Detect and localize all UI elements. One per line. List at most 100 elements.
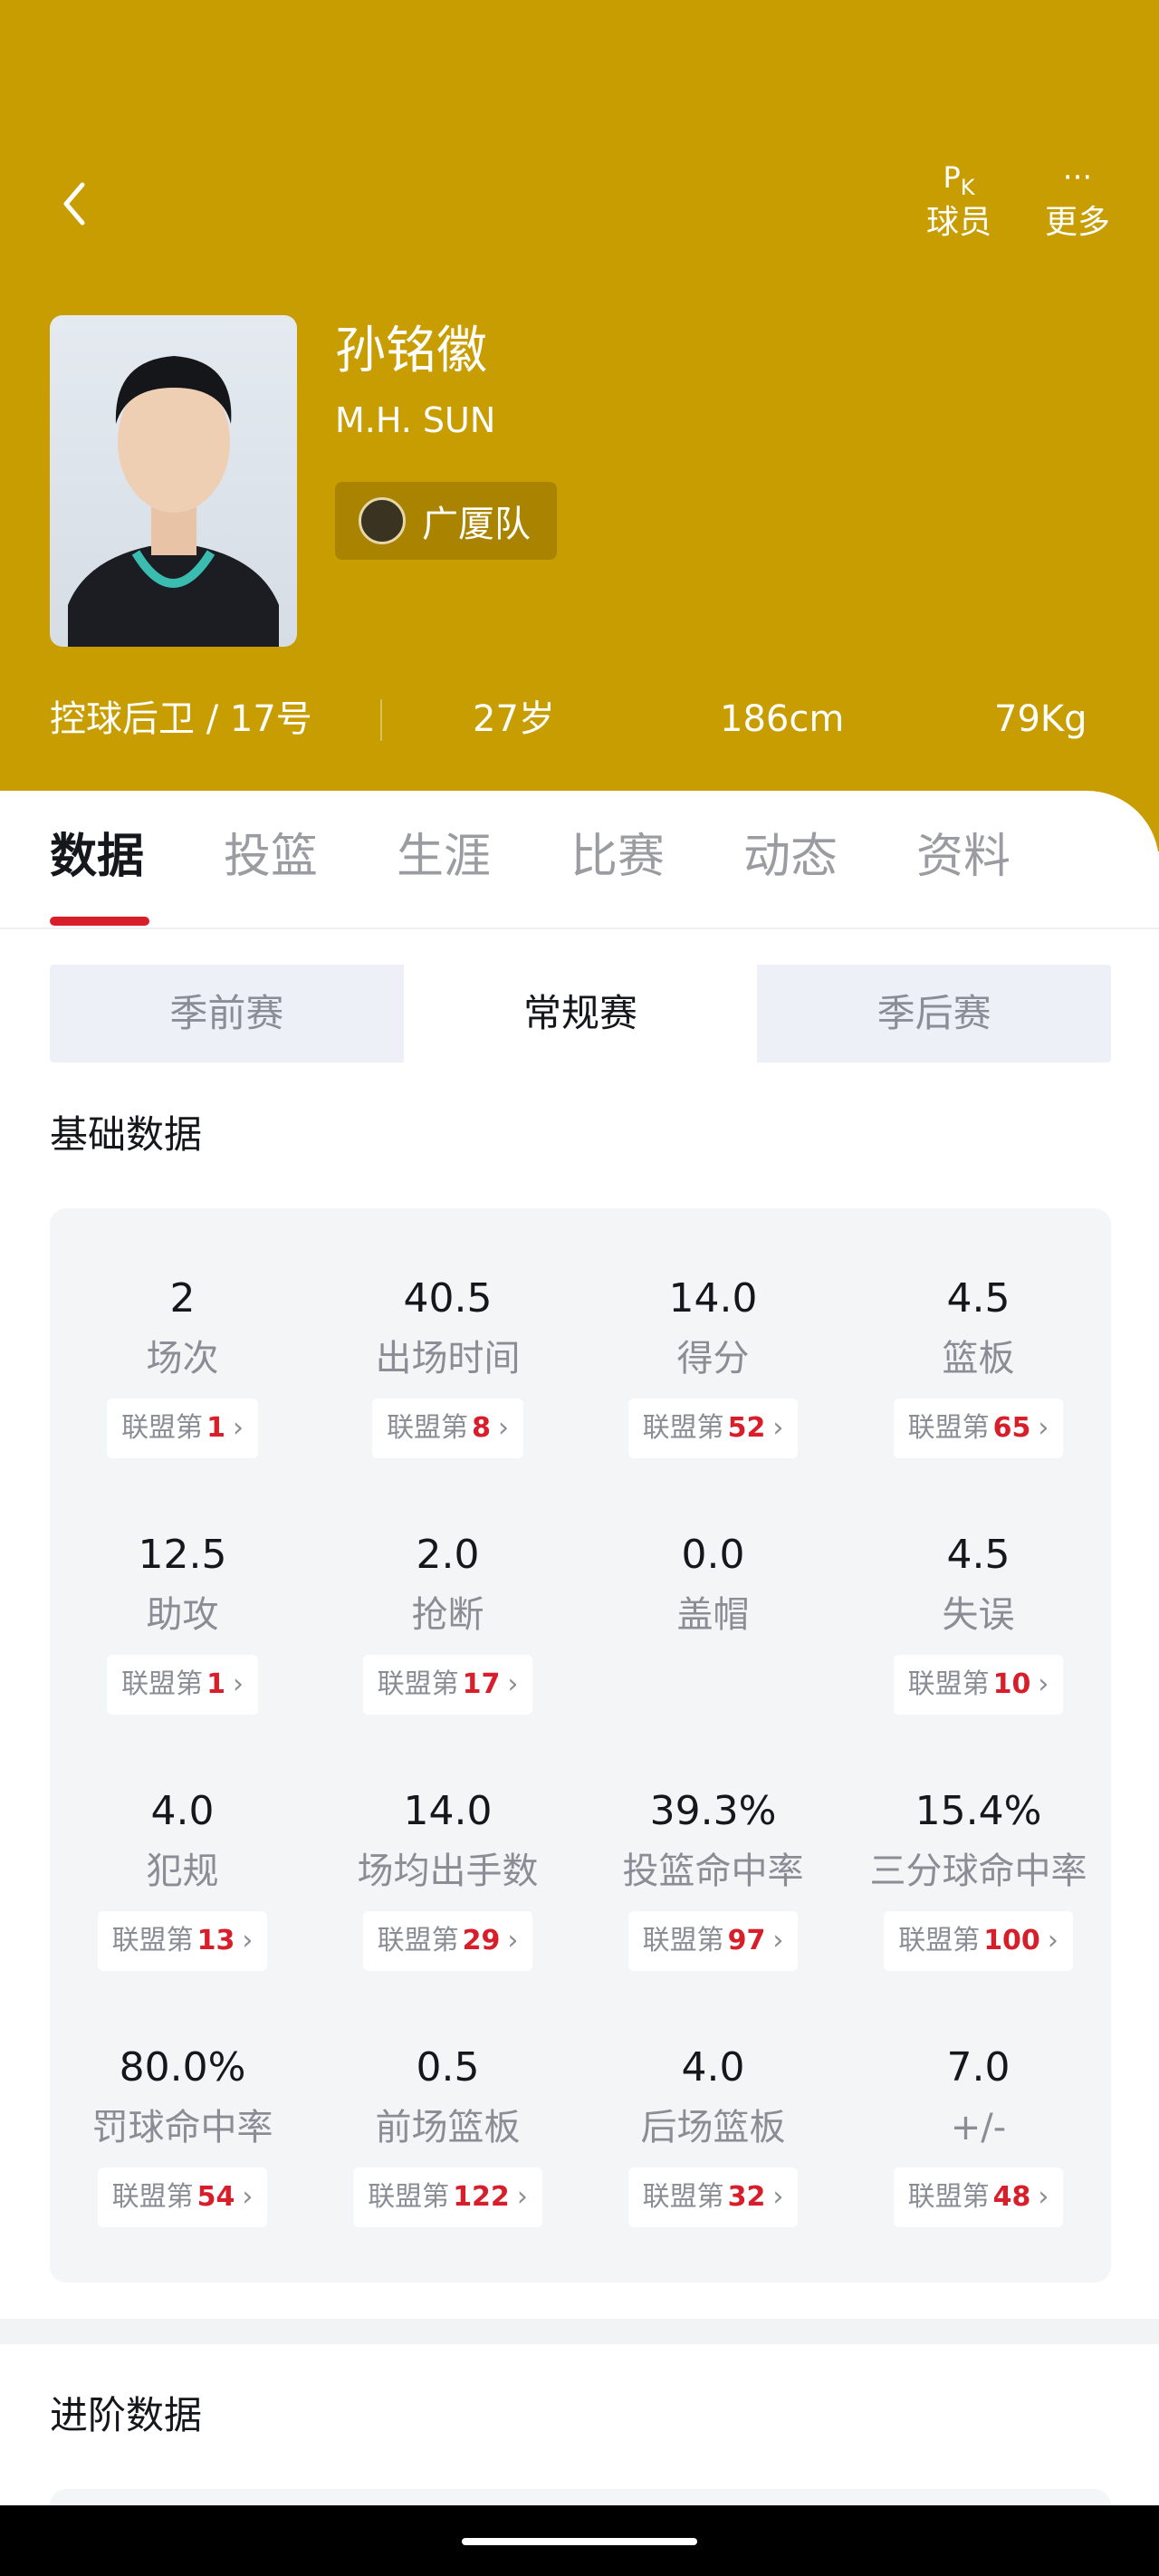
stat-label: 罚球命中率 (91, 2107, 273, 2148)
chevron-right-icon: › (232, 1668, 244, 1700)
stat-cell: 0.0 盖帽 (580, 1528, 846, 1644)
chevron-right-icon: › (507, 1668, 519, 1700)
chevron-right-icon: › (1038, 2181, 1049, 2213)
rank-number: 65 (992, 1412, 1031, 1444)
stat-value: 4.0 (681, 2044, 745, 2091)
stat-cell: 14.0 场均出手数联盟第 29 › (315, 1784, 580, 1971)
rank-number: 122 (453, 2181, 510, 2213)
stat-value: 14.0 (403, 1788, 493, 1834)
stat-label: 助攻 (146, 1594, 219, 1636)
stat-label: 抢断 (411, 1594, 484, 1636)
rank-number: 48 (992, 2181, 1031, 2213)
tab-career[interactable]: 生涯 (397, 821, 491, 893)
league-rank-button[interactable]: 联盟第 29 › (362, 1911, 533, 1971)
league-rank-button[interactable]: 联盟第 54 › (97, 2167, 268, 2227)
chevron-left-icon (63, 182, 85, 226)
stat-value: 39.3% (649, 1788, 777, 1834)
stats-divider (380, 699, 382, 741)
league-rank-button[interactable]: 联盟第 97 › (627, 1911, 799, 1971)
rank-number: 17 (462, 1668, 501, 1700)
pk-player-button[interactable]: PK 球员 (909, 154, 1009, 245)
rank-prefix: 联盟第 (642, 2181, 724, 2213)
team-badge[interactable]: 广厦队 (335, 482, 557, 560)
stat-label: 出场时间 (375, 1338, 521, 1379)
league-rank-button[interactable]: 联盟第 17 › (362, 1655, 533, 1715)
tab-news[interactable]: 动态 (743, 821, 838, 893)
stat-label: 犯规 (146, 1850, 219, 1892)
rank-number: 29 (462, 1925, 501, 1956)
league-rank-button[interactable]: 联盟第 13 › (97, 1911, 268, 1971)
chevron-right-icon: › (1047, 1925, 1058, 1956)
stat-label: 失误 (942, 1594, 1015, 1636)
rank-number: 100 (983, 1925, 1040, 1956)
active-tab-indicator (50, 917, 149, 926)
stat-cell: 14.0 得分联盟第 52 › (580, 1272, 846, 1458)
player-age: 27岁 (473, 698, 555, 740)
chevron-right-icon: › (772, 1412, 784, 1444)
season-segment: 季前赛 常规赛 季后赛 (50, 965, 1111, 1062)
rank-prefix: 联盟第 (368, 2181, 450, 2213)
league-rank-button[interactable]: 联盟第 32 › (627, 2167, 799, 2227)
chevron-right-icon: › (242, 2181, 254, 2213)
league-rank-button[interactable]: 联盟第 100 › (884, 1911, 1073, 1971)
more-label: 更多 (1044, 204, 1110, 241)
stat-cell: 4.0 犯规 联盟第 13 › (50, 1784, 315, 1971)
rank-number: 13 (196, 1925, 235, 1956)
league-rank-button[interactable]: 联盟第 122 › (353, 2167, 542, 2227)
rank-number: 8 (472, 1412, 491, 1444)
league-rank-button[interactable]: 联盟第 48 › (893, 2167, 1064, 2227)
tab-divider (0, 928, 1159, 929)
tab-profile[interactable]: 资料 (916, 821, 1011, 893)
home-indicator[interactable] (462, 2538, 697, 2545)
advanced-stats-title: 进阶数据 (50, 2393, 203, 2437)
rank-prefix: 联盟第 (387, 1412, 469, 1444)
rank-prefix: 联盟第 (898, 1925, 981, 1956)
stat-cell: 40.5 出场时间 联盟第 8 › (315, 1272, 580, 1458)
more-button[interactable]: ··· 更多 (1028, 154, 1127, 245)
rank-number: 97 (727, 1925, 766, 1956)
stat-label: 场均出手数 (357, 1850, 539, 1892)
stat-cell: 4.0 后场篮板 联盟第 32 › (580, 2041, 846, 2227)
rank-prefix: 联盟第 (642, 1412, 724, 1444)
segment-preseason[interactable]: 季前赛 (50, 965, 404, 1062)
player-height: 186cm (720, 698, 845, 740)
segment-regular[interactable]: 常规赛 (403, 965, 758, 1062)
team-logo-icon (359, 497, 406, 544)
team-name: 广厦队 (422, 504, 531, 545)
stat-value: 12.5 (138, 1532, 227, 1578)
rank-prefix: 联盟第 (642, 1925, 724, 1956)
stat-value: 0.0 (681, 1532, 745, 1578)
stat-value: 14.0 (668, 1275, 758, 1322)
league-rank-button[interactable]: 联盟第 65 › (893, 1399, 1064, 1458)
stat-label: 得分 (676, 1338, 750, 1379)
rank-prefix: 联盟第 (907, 1412, 990, 1444)
chevron-right-icon: › (507, 1925, 519, 1956)
chevron-right-icon: › (516, 2181, 528, 2213)
basic-stats-title: 基础数据 (50, 1112, 203, 1157)
stat-value: 0.5 (416, 2044, 480, 2091)
stat-value: 2.0 (416, 1532, 480, 1578)
tab-data[interactable]: 数据 (50, 821, 144, 893)
pk-label: 球员 (925, 204, 991, 241)
tab-games[interactable]: 比赛 (570, 821, 665, 893)
league-rank-button[interactable]: 联盟第 10 › (893, 1655, 1064, 1715)
league-rank-button[interactable]: 联盟第 52 › (627, 1399, 799, 1458)
stat-label: 篮板 (942, 1338, 1015, 1379)
rank-number: 52 (727, 1412, 766, 1444)
league-rank-button[interactable]: 联盟第 1 › (107, 1655, 258, 1715)
stat-value: 2 (169, 1275, 196, 1322)
rank-number: 54 (196, 2181, 235, 2213)
stat-label: 盖帽 (676, 1594, 750, 1636)
league-rank-button[interactable]: 联盟第 1 › (107, 1399, 258, 1458)
back-button[interactable] (47, 172, 101, 235)
stat-value: 4.5 (946, 1275, 1011, 1322)
tab-shooting[interactable]: 投篮 (224, 821, 318, 893)
section-divider (0, 2319, 1159, 2344)
stat-cell: 12.5 助攻联盟第 1 › (50, 1528, 315, 1715)
stat-cell: 2 场次 联盟第 1 › (50, 1272, 315, 1458)
segment-playoffs[interactable]: 季后赛 (757, 965, 1111, 1062)
player-name: 孙铭徽 (335, 322, 487, 380)
stat-label: 前场篮板 (375, 2107, 521, 2148)
league-rank-button[interactable]: 联盟第 8 › (372, 1399, 523, 1458)
chevron-right-icon: › (772, 2181, 784, 2213)
